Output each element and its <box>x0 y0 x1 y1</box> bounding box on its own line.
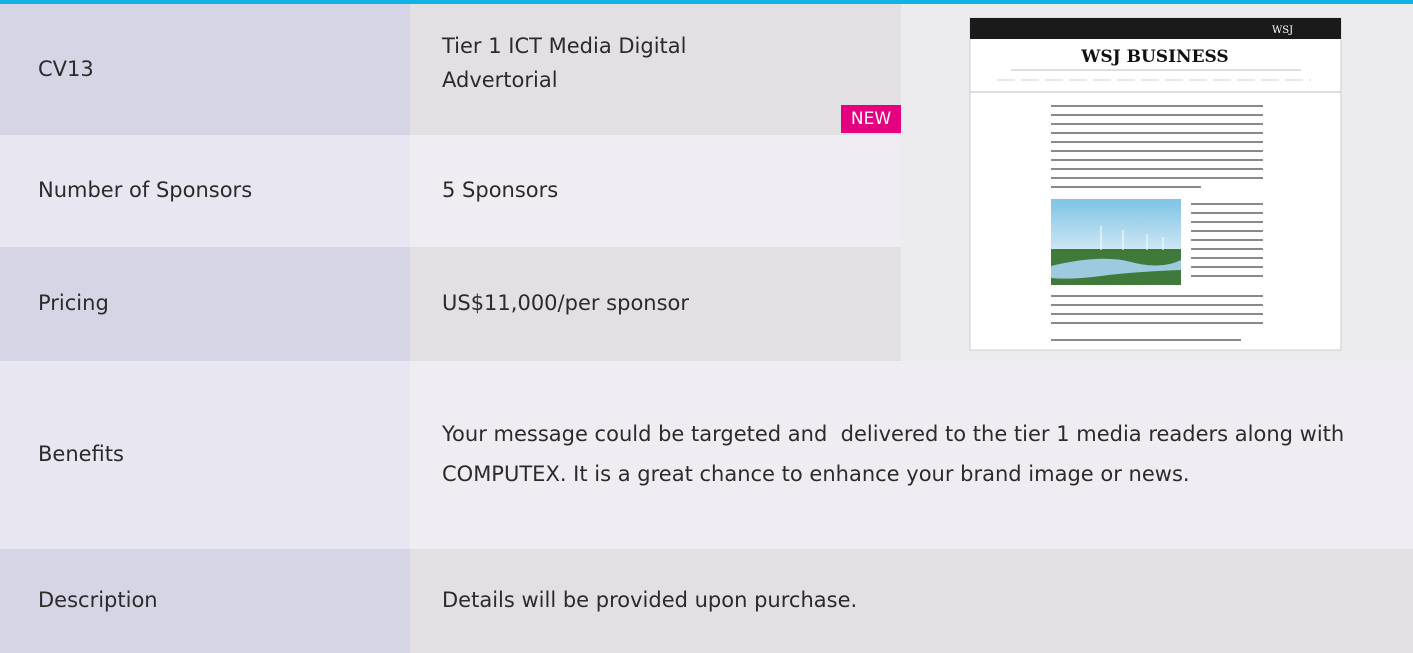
sponsors-value: 5 Sponsors <box>442 178 559 203</box>
row-label-code: CV13 <box>0 4 410 135</box>
row-value-description: Details will be provided upon purchase. <box>410 549 1413 653</box>
row-value-sponsors: 5 Sponsors <box>410 135 901 247</box>
row-label-sponsors: Number of Sponsors <box>0 135 410 247</box>
description-value: Details will be provided upon purchase. <box>442 588 858 613</box>
new-badge: NEW <box>841 105 901 133</box>
row-value-product: Tier 1 ICT Media Digital Advertorial <box>410 4 901 135</box>
benefits-label: Benefits <box>38 442 124 467</box>
pricing-value: US$11,000/per sponsor <box>442 291 690 316</box>
preview-masthead-text: WSJ BUSINESS <box>1080 47 1228 67</box>
product-name: Tier 1 ICT Media Digital Advertorial <box>442 34 687 92</box>
row-label-description: Description <box>0 549 410 653</box>
preview-brand-text: WSJ <box>1272 25 1293 36</box>
benefits-value: Your message could be targeted and deliv… <box>442 422 1351 486</box>
advertorial-preview-image: WSJ WSJ BUSINESS <box>901 4 1413 361</box>
row-value-benefits: Your message could be targeted and deliv… <box>410 361 1413 549</box>
row-label-benefits: Benefits <box>0 361 410 549</box>
row-label-pricing: Pricing <box>0 247 410 361</box>
pricing-label: Pricing <box>38 291 109 316</box>
sponsors-label: Number of Sponsors <box>38 178 253 203</box>
row-value-pricing: US$11,000/per sponsor <box>410 247 901 361</box>
code-label: CV13 <box>38 56 94 81</box>
description-label: Description <box>38 588 158 613</box>
